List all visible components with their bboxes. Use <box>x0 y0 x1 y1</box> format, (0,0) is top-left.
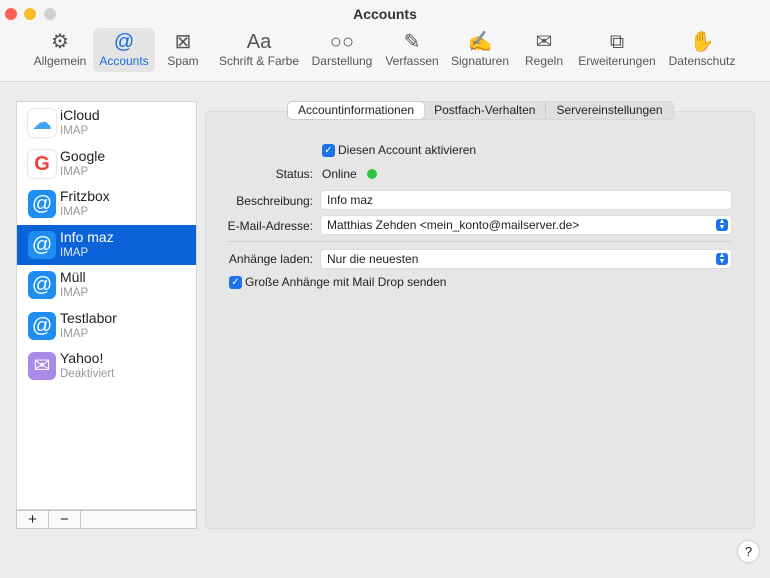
account-type: IMAP <box>60 206 89 218</box>
account-type: Deaktiviert <box>60 368 115 380</box>
description-input[interactable]: Info maz <box>321 191 731 209</box>
attachments-select[interactable]: Nur die neuesten ▲ ▼ <box>321 250 731 268</box>
toolbar-label: Signaturen <box>450 54 510 68</box>
account-name: Info maz <box>60 228 114 245</box>
account-type: IMAP <box>60 327 89 340</box>
description-label: Beschreibung: <box>236 194 313 208</box>
composing-icon: ✎ <box>403 31 421 53</box>
toolbar-rules[interactable]: ✉ Regeln <box>518 28 570 72</box>
window-title: Accounts <box>353 6 417 22</box>
enable-account-checkbox[interactable]: ✓ <box>322 144 335 157</box>
toolbar-label: Verfassen <box>385 54 439 68</box>
account-type: IMAP <box>60 165 89 178</box>
account-icon: ☁ <box>28 109 56 137</box>
viewing-icon: ○○ <box>329 31 355 53</box>
account-name: Müll <box>60 269 86 285</box>
account-name: Google <box>60 147 106 164</box>
account-name: iCloud <box>60 107 100 123</box>
chevron-updown-icon: ▲ ▼ <box>716 252 728 265</box>
toolbar-label: Accounts <box>99 54 149 68</box>
general-icon: ⚙ <box>51 31 69 53</box>
add-account-button[interactable]: + <box>17 511 49 528</box>
accounts-icon: @ <box>113 31 135 53</box>
enable-account-label: Diesen Account aktivieren <box>338 143 477 157</box>
toolbar-label: Erweiterungen <box>578 54 656 68</box>
toolbar-label: Allgemein <box>33 54 87 68</box>
maildrop-label: Große Anhänge mit Mail Drop senden <box>245 275 447 289</box>
signatures-icon: ✍ <box>467 31 493 53</box>
toolbar-spam[interactable]: ⊠ Spam <box>164 28 202 72</box>
account-name: Fritzbox <box>60 188 110 204</box>
email-value: Matthias Zehden <mein_konto@mailserver.d… <box>327 218 580 232</box>
account-icon: @ <box>28 311 56 340</box>
account-icon: @ <box>28 230 56 259</box>
remove-account-button[interactable]: − <box>49 511 81 528</box>
account-icon: @ <box>28 190 56 218</box>
account-name: Yahoo! <box>60 350 104 366</box>
account-list[interactable]: ☁ iCloud IMAP G Google IMAP @ Fritzbox IMAP @ Info… <box>16 101 197 510</box>
account-row[interactable]: G Google IMAP <box>17 144 196 184</box>
divider <box>228 241 731 242</box>
toolbar-viewing[interactable]: ○○ Darstellung <box>299 28 386 72</box>
status-label: Status: <box>275 167 313 181</box>
toolbar-label: Darstellung <box>311 54 373 68</box>
toolbar-composing[interactable]: ✎ Verfassen <box>376 28 449 72</box>
tab-mailbox-behavior[interactable]: Postfach-Verhalten <box>424 102 547 119</box>
toolbar-privacy[interactable]: ✋ Datenschutz <box>659 28 746 72</box>
account-row[interactable]: @ Testlabor IMAP <box>17 306 196 346</box>
status-value: Online <box>322 167 357 181</box>
tab-account-info[interactable]: Accountinformationen <box>288 102 425 119</box>
maildrop-checkbox[interactable]: ✓ <box>229 276 242 289</box>
extensions-icon: ⧉ <box>609 31 625 53</box>
account-icon: G <box>28 149 56 178</box>
account-type: IMAP <box>60 246 89 259</box>
account-name: Testlabor <box>60 309 117 326</box>
email-label: E-Mail-Adresse: <box>227 219 313 233</box>
account-type: IMAP <box>60 125 89 137</box>
spam-icon: ⊠ <box>174 31 192 53</box>
status-online-indicator <box>367 169 377 179</box>
help-button[interactable]: ? <box>738 541 759 562</box>
tab-server-settings[interactable]: Servereinstellungen <box>546 102 672 119</box>
account-icon: @ <box>28 271 56 299</box>
account-row[interactable]: @ Müll IMAP <box>17 265 196 305</box>
toolbar-signatures[interactable]: ✍ Signaturen <box>440 28 520 72</box>
toolbar-extensions[interactable]: ⧉ Erweiterungen <box>567 28 668 72</box>
list-buttons: + − <box>16 510 197 529</box>
account-row[interactable]: @ Fritzbox IMAP <box>17 184 196 224</box>
account-row[interactable]: @ Info maz IMAP <box>17 224 196 265</box>
email-select[interactable]: Matthias Zehden <mein_konto@mailserver.d… <box>321 216 731 234</box>
toolbar-accounts[interactable]: @ Accounts <box>93 28 155 72</box>
rules-icon: ✉ <box>535 31 553 53</box>
attachments-value: Nur die neuesten <box>327 252 419 266</box>
toolbar-label: Spam <box>167 54 199 68</box>
toolbar-label: Datenschutz <box>668 54 736 68</box>
account-icon: ✉ <box>28 352 56 380</box>
account-type: IMAP <box>60 287 89 299</box>
account-row[interactable]: ✉ Yahoo! Deaktiviert <box>17 346 196 386</box>
attachments-label: Anhänge laden: <box>228 252 313 266</box>
toolbar-label: Regeln <box>524 54 564 68</box>
privacy-icon: ✋ <box>689 31 715 53</box>
tab-bar: Accountinformationen Postfach-Verhalten … <box>287 101 674 120</box>
account-row[interactable]: ☁ iCloud IMAP <box>17 103 196 143</box>
chevron-updown-icon: ▲ ▼ <box>716 218 728 231</box>
toolbar-general[interactable]: ⚙ Allgemein <box>24 28 97 72</box>
